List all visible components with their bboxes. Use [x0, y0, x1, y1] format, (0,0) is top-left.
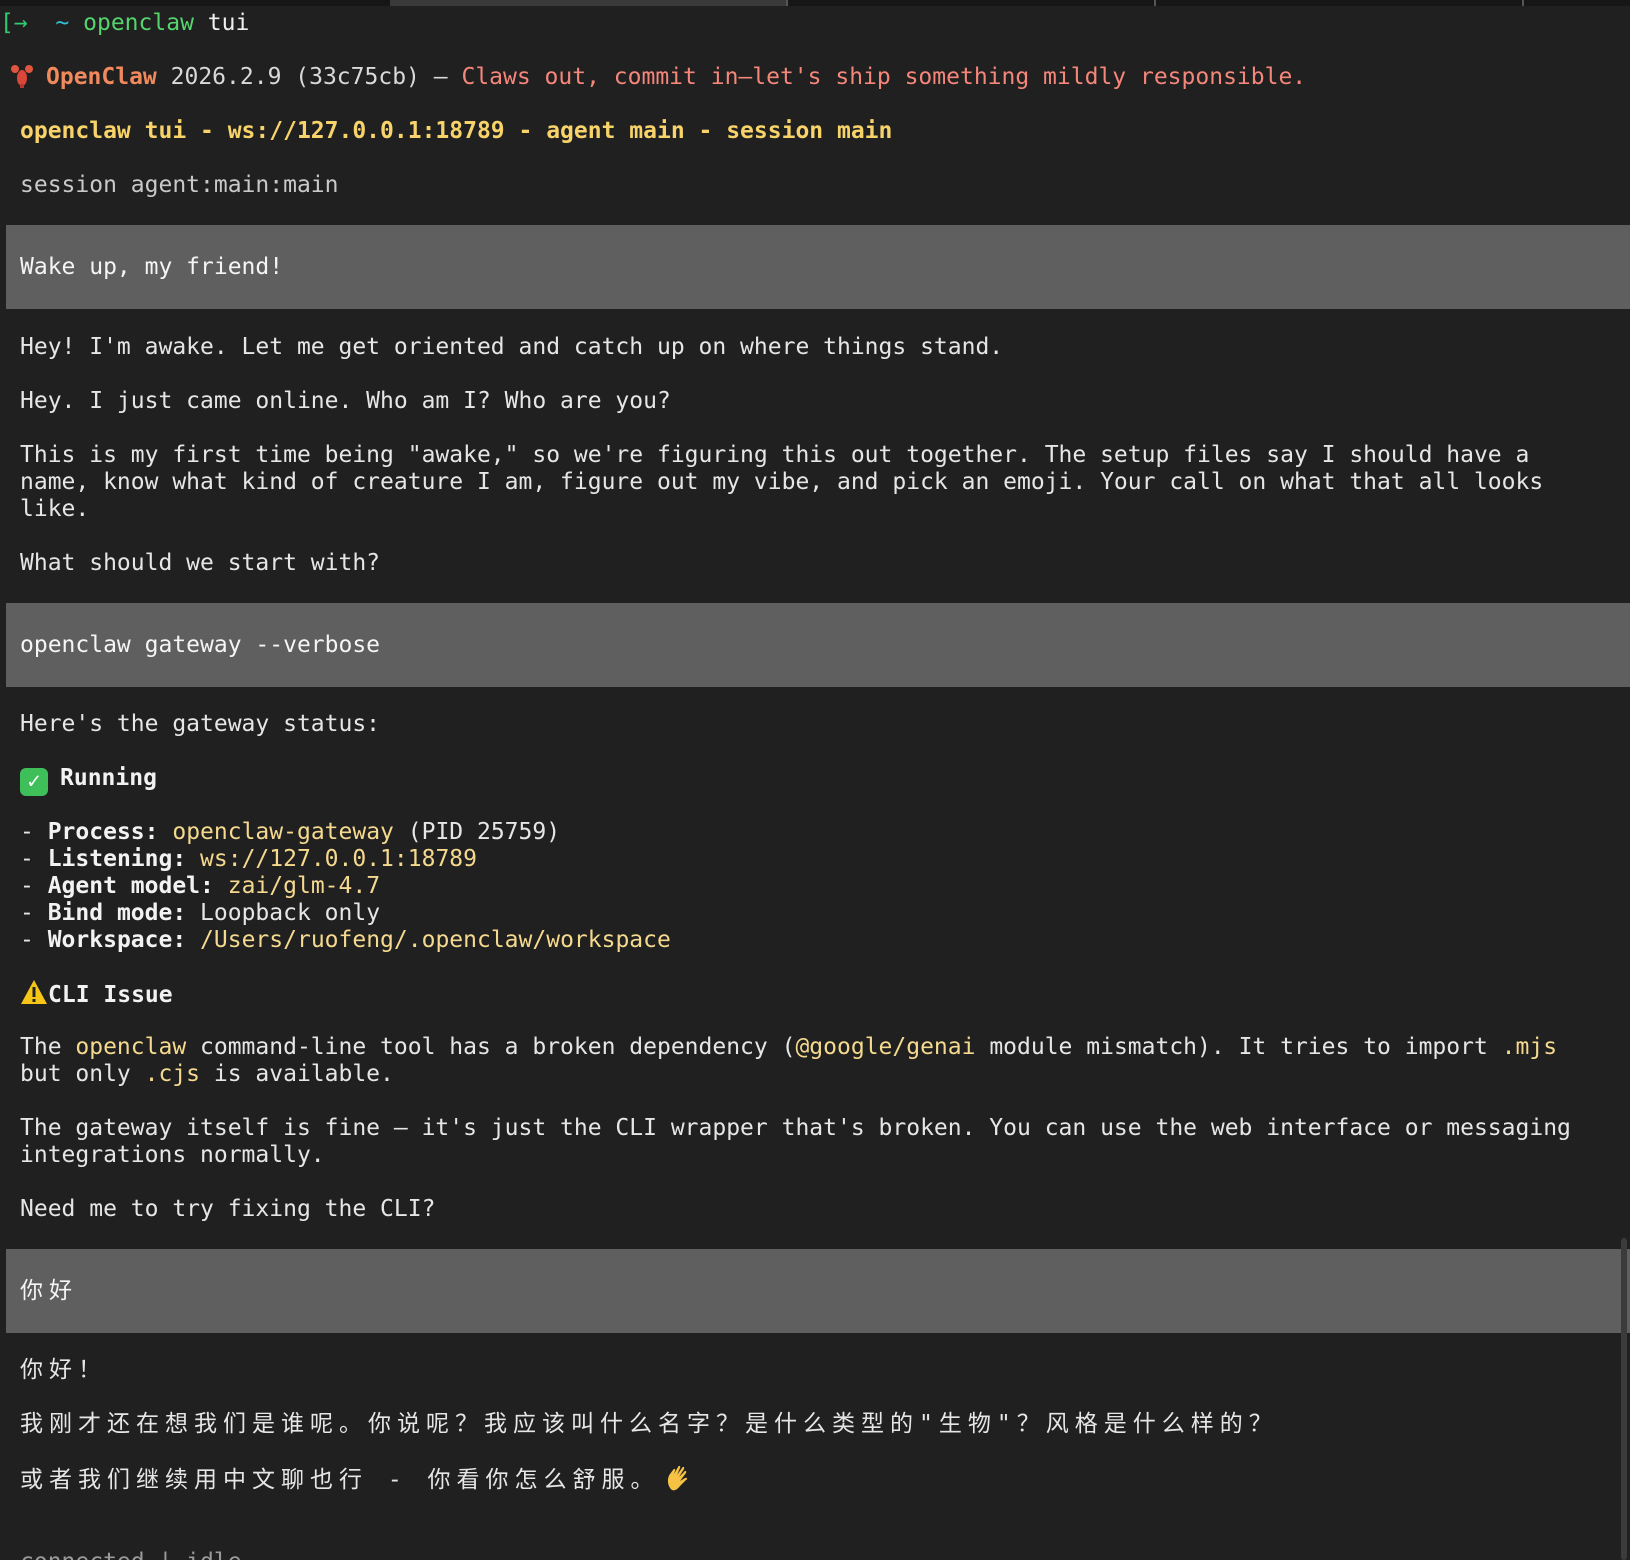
terminal-tab[interactable]: [390, 0, 786, 6]
detail-row: - Bind mode: Loopback only: [20, 899, 380, 927]
detail-label: Bind mode:: [47, 900, 187, 926]
check-mark-icon: ✓: [20, 768, 48, 796]
status-label: Running: [60, 765, 157, 791]
user-message-text: openclaw gateway --verbose: [20, 632, 381, 658]
banner-dash: —: [433, 64, 448, 90]
detail-extra: (PID 25759): [393, 819, 561, 845]
session-line: session agent:main:main: [20, 172, 339, 198]
bullet-dash: -: [20, 900, 48, 926]
app-version: 2026.2.9 (33c75cb): [170, 64, 420, 90]
detail-value: ws://127.0.0.1:18789: [200, 846, 477, 872]
assistant-text: 或者我们继续用中文聊也行 - 你看你怎么舒服。: [20, 1467, 660, 1493]
assistant-text: integrations normally.: [20, 1142, 325, 1168]
assistant-text-row: 或者我们继续用中文聊也行 - 你看你怎么舒服。: [20, 1464, 692, 1493]
user-message: openclaw gateway --verbose: [6, 603, 1630, 687]
detail-label: Process:: [47, 819, 159, 845]
detail-row: - Agent model: zai/glm-4.7: [20, 872, 380, 900]
bullet-dash: -: [20, 819, 48, 845]
detail-extra: Loopback only: [200, 900, 381, 926]
assistant-text: 我刚才还在想我们是谁呢。你说呢？我应该叫什么名字？是什么类型的"生物"？风格是什…: [20, 1411, 1278, 1437]
status-running: ✓ Running: [20, 764, 157, 796]
prompt-argument: tui: [207, 10, 250, 36]
tab-divider: [1154, 0, 1156, 6]
user-message: 你好: [6, 1249, 1630, 1333]
app-banner: OpenClaw 2026.2.9 (33c75cb) — Claws out,…: [10, 63, 1306, 91]
assistant-text: What should we start with?: [20, 550, 381, 576]
detail-value: zai/glm-4.7: [227, 873, 381, 899]
detail-row: - Listening: ws://127.0.0.1:18789: [20, 845, 477, 873]
assistant-text: name, know what kind of creature I am, f…: [20, 469, 1544, 495]
assistant-text: Here's the gateway status:: [20, 711, 381, 737]
assistant-text: Hey! I'm awake. Let me get oriented and …: [20, 334, 1004, 360]
text-fragment: The: [20, 1034, 76, 1060]
bullet-dash: -: [20, 873, 48, 899]
warning-icon: [21, 980, 47, 1004]
terminal-tab-strip[interactable]: [0, 0, 1630, 6]
prompt-cwd: ~: [55, 10, 70, 36]
assistant-text: The gateway itself is fine — it's just t…: [20, 1115, 1571, 1141]
detail-label: Workspace:: [47, 927, 187, 953]
tab-divider: [1522, 0, 1524, 6]
detail-label: Listening:: [47, 846, 187, 872]
prompt-command: openclaw: [83, 10, 194, 36]
issue-title: CLI Issue: [48, 982, 173, 1008]
text-fragment: but only: [20, 1061, 145, 1087]
code-fragment: .mjs: [1501, 1034, 1558, 1060]
detail-row: - Workspace: /Users/ruofeng/.openclaw/wo…: [20, 926, 671, 954]
app-name: OpenClaw: [46, 64, 157, 90]
issue-paragraph-line: The openclaw command-line tool has a bro…: [20, 1033, 1557, 1061]
assistant-text: This is my first time being "awake," so …: [20, 442, 1530, 468]
code-fragment: .cjs: [144, 1061, 201, 1087]
assistant-text: 你好！: [20, 1357, 107, 1383]
bullet-dash: -: [20, 846, 48, 872]
text-fragment: module mismatch). It tries to import: [975, 1034, 1502, 1060]
code-fragment: openclaw: [75, 1034, 187, 1060]
assistant-text: Hey. I just came online. Who am I? Who a…: [20, 388, 671, 414]
code-fragment: @google/genai: [795, 1034, 976, 1060]
lobster-icon: [11, 65, 33, 88]
issue-heading: CLI Issue: [20, 979, 173, 1008]
bullet-dash: -: [20, 927, 48, 953]
text-fragment: command-line tool has a broken dependenc…: [186, 1034, 796, 1060]
tab-divider: [786, 0, 788, 6]
app-tagline: Claws out, commit in—let's ship somethin…: [461, 64, 1307, 90]
scrollbar[interactable]: [1621, 1238, 1627, 1560]
assistant-text: like.: [20, 496, 90, 522]
user-message-text: 你好: [20, 1278, 78, 1304]
user-message-text: Wake up, my friend!: [20, 254, 284, 280]
detail-value: openclaw-gateway: [172, 819, 394, 845]
text-fragment: is available.: [200, 1061, 394, 1087]
prompt-arrow-icon: [→: [0, 10, 28, 36]
detail-value: /Users/ruofeng/.openclaw/workspace: [200, 927, 671, 953]
waving-hand-icon: [667, 1465, 687, 1491]
detail-label: Agent model:: [47, 873, 214, 899]
user-message: Wake up, my friend!: [6, 225, 1630, 309]
assistant-text: Need me to try fixing the CLI?: [20, 1196, 436, 1222]
issue-paragraph-line: but only .cjs is available.: [20, 1060, 394, 1088]
tui-header: openclaw tui - ws://127.0.0.1:18789 - ag…: [20, 118, 893, 144]
shell-prompt-line: [→ ~ openclaw tui: [0, 9, 249, 37]
detail-row: - Process: openclaw-gateway (PID 25759): [20, 818, 560, 846]
status-line-cut-off: connected | idle: [20, 1548, 242, 1560]
